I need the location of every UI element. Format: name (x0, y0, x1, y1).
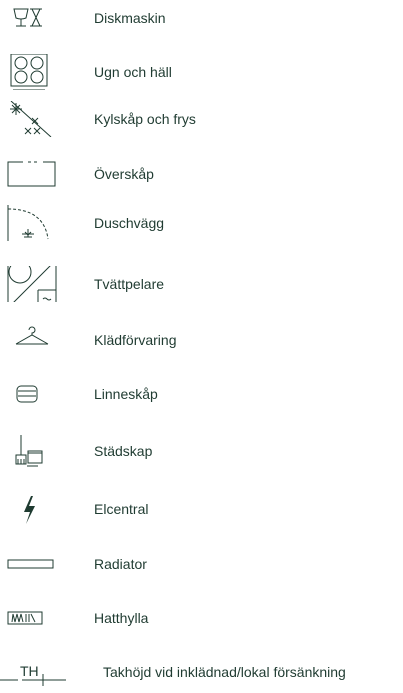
legend-row-electric: Elcentral (0, 491, 403, 527)
legend-label: Klädförvaring (94, 332, 177, 348)
radiator-icon (4, 546, 60, 582)
legend-row-linen: Linneskåp (0, 376, 403, 412)
washer-dryer-tower-icon (4, 266, 60, 302)
legend-row-ceiling-height: TH Takhöjd vid inklädnad/lokal försänkni… (0, 654, 403, 690)
legend-label: Duschvägg (94, 215, 165, 231)
hat-shelf-icon (4, 600, 60, 636)
upper-cabinet-icon (4, 156, 60, 192)
legend-label: Diskmaskin (94, 10, 166, 26)
legend-label: Takhöjd vid inklädnad/lokal försänkning (103, 664, 346, 680)
shower-wall-icon (4, 205, 60, 241)
legend-row-radiator: Radiator (0, 546, 403, 582)
legend-row-hanger: Klädförvaring (0, 322, 403, 358)
dishwasher-icon (4, 0, 60, 36)
ceiling-height-icon: TH (0, 654, 70, 690)
symbol-legend: Diskmaskin Ugn och häll Kylskåp och frys… (0, 0, 403, 693)
legend-label: Tvättpelare (94, 276, 165, 292)
linen-cabinet-icon (4, 376, 60, 412)
legend-row-stove: Ugn och häll (0, 54, 403, 90)
ceiling-height-text: TH (20, 663, 39, 679)
legend-row-fridge: Kylskåp och frys (0, 101, 403, 137)
legend-label: Överskåp (94, 166, 154, 182)
lightning-bolt-icon (4, 491, 60, 527)
legend-row-upper-cabinet: Överskåp (0, 156, 403, 192)
legend-label: Hatthylla (94, 610, 149, 626)
legend-row-dishwasher: Diskmaskin (0, 0, 403, 36)
clothes-hanger-icon (4, 322, 60, 358)
legend-label: Ugn och häll (94, 64, 172, 80)
legend-label: Städskap (94, 443, 153, 459)
legend-label: Kylskåp och frys (94, 111, 196, 127)
legend-row-cleaning: Städskap (0, 433, 403, 469)
legend-label: Linneskåp (94, 386, 158, 402)
fridge-freezer-icon (4, 101, 60, 137)
legend-row-washer: Tvättpelare (0, 266, 403, 302)
legend-row-shower: Duschvägg (0, 205, 403, 241)
legend-label: Elcentral (94, 501, 149, 517)
stove-oven-icon (4, 54, 60, 90)
legend-label: Radiator (94, 556, 147, 572)
legend-row-hat-shelf: Hatthylla (0, 600, 403, 636)
cleaning-cabinet-icon (4, 433, 60, 469)
